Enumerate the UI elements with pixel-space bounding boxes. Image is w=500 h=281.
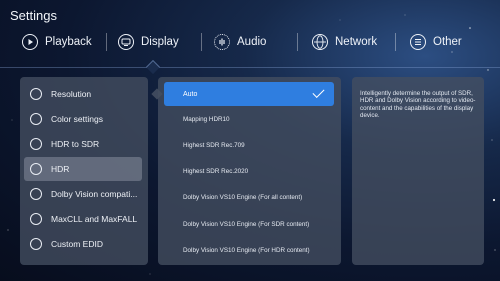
audio-icon <box>214 34 230 50</box>
hdr-icon <box>30 163 42 175</box>
tab-audio[interactable]: Audio <box>214 31 266 53</box>
option-dv-vs10-hdr[interactable]: Dolby Vision VS10 Engine (For HDR conten… <box>164 240 334 260</box>
option-dv-vs10-sdr[interactable]: Dolby Vision VS10 Engine (For SDR conten… <box>164 214 334 234</box>
option-label: Highest SDR Rec.2020 <box>183 167 249 175</box>
tab-divider <box>395 33 396 51</box>
option-auto[interactable]: Auto <box>164 82 334 106</box>
menu-item-label: Color settings <box>51 114 103 124</box>
option-mapping-hdr10[interactable]: Mapping HDR10 <box>164 109 334 129</box>
dolby-vision-icon <box>30 188 42 200</box>
tab-label: Other <box>433 36 462 48</box>
option-dv-vs10-all[interactable]: Dolby Vision VS10 Engine (For all conten… <box>164 187 334 207</box>
tab-playback[interactable]: Playback <box>22 31 92 53</box>
play-circle-icon <box>22 34 38 50</box>
option-label: Mapping HDR10 <box>183 115 230 123</box>
option-highest-sdr-rec709[interactable]: Highest SDR Rec.709 <box>164 135 334 155</box>
palette-icon <box>30 113 42 125</box>
menu-item-color-settings[interactable]: Color settings <box>24 107 142 131</box>
edid-icon <box>30 238 42 250</box>
display-settings-menu: Resolution Color settings HDR to SDR HDR… <box>20 77 148 265</box>
tab-label: Audio <box>237 36 267 48</box>
hdr-to-sdr-icon <box>30 138 42 150</box>
option-label: Dolby Vision VS10 Engine (For HDR conten… <box>183 246 310 254</box>
description-text: Intelligently determine the output of SD… <box>360 90 476 119</box>
tab-label: Display <box>141 36 179 48</box>
active-tab-pointer <box>145 59 161 75</box>
menu-item-custom-edid[interactable]: Custom EDID <box>24 232 142 256</box>
menu-item-resolution[interactable]: Resolution <box>24 82 142 106</box>
menu-item-label: Resolution <box>51 89 92 99</box>
tab-divider <box>297 33 298 51</box>
globe-icon <box>312 34 328 50</box>
option-highest-sdr-rec2020[interactable]: Highest SDR Rec.2020 <box>164 161 334 181</box>
resolution-icon <box>30 88 42 100</box>
option-label: Dolby Vision VS10 Engine (For SDR conten… <box>183 220 310 228</box>
page-title: Settings <box>10 8 57 23</box>
option-label: Dolby Vision VS10 Engine (For all conten… <box>183 193 303 201</box>
tab-label: Playback <box>45 36 92 48</box>
menu-item-hdr[interactable]: HDR <box>24 157 142 181</box>
menu-item-dolby-vision[interactable]: Dolby Vision compati... <box>24 182 142 206</box>
tab-divider <box>106 33 107 51</box>
menu-circle-icon <box>410 34 426 50</box>
tab-network[interactable]: Network <box>312 31 377 53</box>
option-label: Auto <box>183 90 198 98</box>
menu-item-label: Dolby Vision compati... <box>51 189 138 199</box>
menu-item-label: MaxCLL and MaxFALL <box>51 214 138 224</box>
menu-item-maxcll-maxfall[interactable]: MaxCLL and MaxFALL <box>24 207 142 231</box>
menu-item-label: HDR to SDR <box>51 139 100 149</box>
tab-display[interactable]: Display <box>118 31 179 53</box>
tab-other[interactable]: Other <box>410 31 462 53</box>
tab-label: Network <box>335 36 378 48</box>
tab-bar: Playback Display Audio Network Other <box>0 31 500 53</box>
option-label: Highest SDR Rec.709 <box>183 141 245 149</box>
tab-divider <box>201 33 202 51</box>
hdr-options-list: Auto Mapping HDR10 Highest SDR Rec.709 H… <box>158 77 341 265</box>
maxcll-icon <box>30 213 42 225</box>
check-icon <box>312 85 325 99</box>
menu-item-label: Custom EDID <box>51 239 103 249</box>
description-panel: Intelligently determine the output of SD… <box>352 77 484 265</box>
menu-item-hdr-to-sdr[interactable]: HDR to SDR <box>24 132 142 156</box>
tab-underline <box>0 67 500 68</box>
display-icon <box>118 34 134 50</box>
menu-item-label: HDR <box>51 164 70 174</box>
